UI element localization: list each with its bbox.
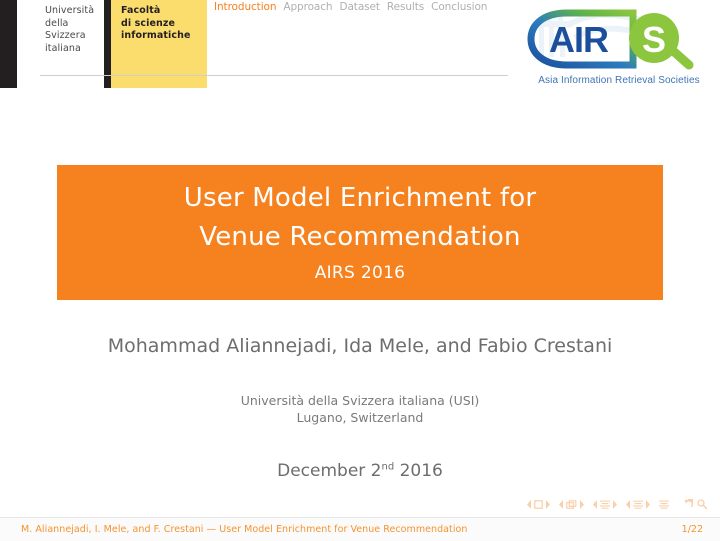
subsection-prev-icon[interactable] [593, 499, 598, 509]
date-line: December 2nd 2016 [0, 461, 720, 481]
doc-icon[interactable] [659, 500, 669, 509]
section-nav-group[interactable] [626, 499, 650, 509]
slide-prev-icon[interactable] [527, 499, 532, 509]
subsection-nav-group[interactable] [593, 499, 617, 509]
authors-line: Mohammad Aliannejadi, Ida Mele, and Fabi… [107, 335, 613, 357]
slide-first-icon[interactable] [534, 499, 543, 509]
affiliation-block: Università della Svizzera italiana (USI)… [0, 392, 720, 426]
back-icon[interactable] [682, 499, 693, 509]
airs-wordmark: AIR [549, 19, 609, 60]
title-subtitle: AIRS 2016 [314, 263, 406, 283]
section-prev-icon[interactable] [626, 499, 631, 509]
airs-logo: AIR S Asia Information Retrieval Societi… [521, 5, 717, 93]
date-ordinal-suffix: nd [381, 461, 395, 473]
slide-nav-group[interactable] [527, 499, 550, 509]
nav-item-approach[interactable]: Approach [283, 1, 332, 13]
usi-faculty-label: Facoltà di scienze informatiche [121, 5, 191, 42]
subsection-first-icon[interactable] [600, 500, 610, 509]
section-first-icon[interactable] [633, 500, 643, 509]
airs-s-letter: S [642, 19, 666, 60]
beamer-navigation-symbols[interactable] [527, 497, 707, 511]
header-divider-rule [40, 75, 508, 76]
nav-item-results[interactable]: Results [387, 1, 424, 13]
title-line-2: Venue Recommendation [199, 222, 521, 252]
affiliation-line-1: Università della Svizzera italiana (USI) [240, 393, 480, 408]
subsection-next-icon[interactable] [612, 499, 617, 509]
date-year: 2016 [399, 461, 443, 481]
affiliation-line-2: Lugano, Switzerland [296, 410, 424, 425]
title-box: User Model Enrichment for Venue Recommen… [57, 165, 663, 300]
footer-page-number: 1/22 [681, 524, 703, 535]
title-line-1: User Model Enrichment for [183, 183, 537, 213]
airs-tagline: Asia Information Retrieval Societies [538, 75, 700, 86]
date-month-day: December 2 [277, 461, 382, 481]
slide-next-icon[interactable] [545, 499, 550, 509]
nav-item-dataset[interactable]: Dataset [339, 1, 380, 13]
frame-prev-icon[interactable] [559, 499, 564, 509]
slide-header: Università della Svizzera italiana Facoltà d… [0, 0, 720, 95]
slide-footer: M. Aliannejadi, I. Mele, and F. Crestani… [0, 517, 720, 541]
search-icon[interactable] [697, 499, 707, 509]
usi-logo-black-bar-left [0, 0, 17, 88]
section-next-icon[interactable] [645, 499, 650, 509]
footer-title-text: M. Aliannejadi, I. Mele, and F. Crestani… [21, 524, 468, 535]
frame-next-icon[interactable] [579, 499, 584, 509]
frame-first-icon[interactable] [566, 499, 577, 509]
frame-nav-group[interactable] [559, 499, 584, 509]
nav-item-introduction[interactable]: Introduction [214, 1, 276, 13]
nav-item-conclusion[interactable]: Conclusion [431, 1, 487, 13]
section-navigation-menu[interactable]: Introduction Approach Dataset Results Conclu… [214, 1, 494, 13]
usi-university-label: Università della Svizzera italiana [45, 5, 95, 54]
airs-logo-graphic: AIR S [527, 9, 694, 70]
